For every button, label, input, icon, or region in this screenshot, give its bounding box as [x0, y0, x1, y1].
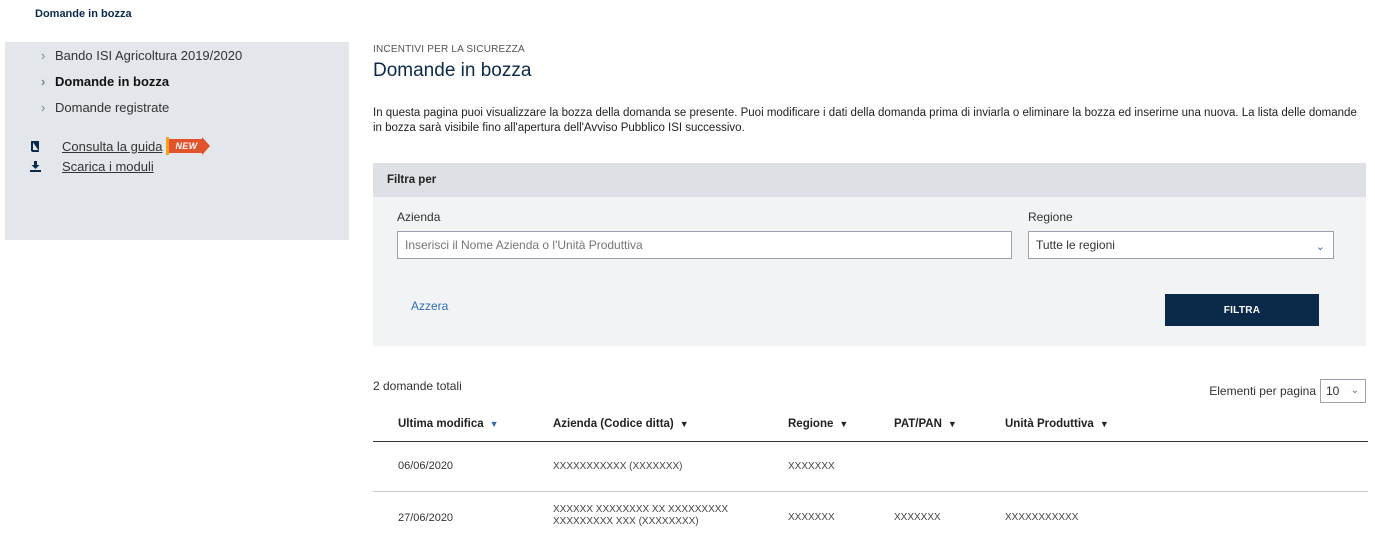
- column-header-regione[interactable]: Regione ▼: [788, 418, 848, 430]
- sidebar-item-domande-bozza[interactable]: › Domande in bozza: [41, 68, 242, 94]
- sidebar-item-label: Domande in bozza: [55, 73, 170, 89]
- badge-arrow: [202, 137, 211, 155]
- column-header-label: Azienda (Codice ditta): [553, 418, 674, 430]
- downloads-link-row: Scarica i moduli: [30, 156, 210, 176]
- section-label: INCENTIVI PER LA SICUREZZA: [373, 44, 525, 55]
- new-badge-label: NEW: [169, 139, 203, 153]
- sidebar-item-label: Bando ISI Agricoltura 2019/2020: [55, 47, 243, 63]
- cell-pat: XXXXXXX: [894, 512, 941, 523]
- cell-company-line: XXXXXXXXX XXX (XXXXXXXX): [553, 516, 699, 527]
- book-icon: [30, 140, 62, 152]
- chevron-down-icon: ⌄: [1350, 385, 1359, 396]
- downloads-link[interactable]: Scarica i moduli: [62, 159, 154, 174]
- column-header-label: Ultima modifica: [398, 418, 484, 430]
- per-page-control: Elementi per pagina 10 ⌄: [1209, 379, 1366, 403]
- filter-panel: Filtra per Azienda Regione Tutte le regi…: [373, 163, 1366, 346]
- intro-text: In questa pagina puoi visualizzare la bo…: [373, 107, 1357, 134]
- guide-link[interactable]: Consulta la guida: [62, 139, 162, 154]
- region-select[interactable]: Tutte le regioni ⌄: [1028, 231, 1334, 259]
- chevron-right-icon: ›: [41, 47, 46, 63]
- cell-region: XXXXXXX: [788, 512, 835, 523]
- region-select-value: Tutte le regioni: [1036, 238, 1115, 252]
- column-header-unita-produttiva[interactable]: Unità Produttiva ▼: [1005, 418, 1109, 430]
- caret-down-icon: ▼: [489, 419, 499, 429]
- cell-date: 06/06/2020: [398, 460, 454, 472]
- caret-down-icon: ▼: [679, 419, 689, 429]
- company-search-input[interactable]: [397, 231, 1012, 259]
- sidebar-item-domande-registrate[interactable]: › Domande registrate: [41, 94, 242, 120]
- results-count: 2 domande totali: [373, 379, 462, 393]
- cell-company-line: XXXXXXXXXXX (XXXXXXX): [553, 461, 683, 472]
- column-header-label: Unità Produttiva: [1005, 418, 1094, 430]
- sidebar-item-bando[interactable]: › Bando ISI Agricoltura 2019/2020: [41, 42, 242, 68]
- chevron-down-icon: ⌄: [1315, 241, 1325, 253]
- cell-unit: XXXXXXXXXXX: [1005, 512, 1079, 523]
- region-label: Regione: [1028, 210, 1073, 224]
- caret-down-icon: ▼: [1099, 419, 1109, 429]
- sidebar-nav: › Bando ISI Agricoltura 2019/2020 › Doma…: [41, 42, 242, 120]
- column-header-ultima-modifica[interactable]: Ultima modifica ▼: [398, 418, 499, 430]
- cell-region: XXXXXXX: [788, 461, 835, 472]
- table-row[interactable]: 27/06/2020 XXXXXX XXXXXXXX XX XXXXXXXXX …: [373, 492, 1368, 538]
- drafts-table: Ultima modifica ▼ Azienda (Codice ditta)…: [373, 408, 1368, 538]
- download-icon: [30, 160, 62, 172]
- cell-company: XXXXXX XXXXXXXX XX XXXXXXXXX XXXXXXXXX X…: [553, 504, 728, 528]
- caret-down-icon: ▼: [947, 419, 957, 429]
- cell-company-line: XXXXXX XXXXXXXX XX XXXXXXXXX: [553, 504, 729, 515]
- chevron-right-icon: ›: [41, 73, 46, 89]
- caret-down-icon: ▼: [839, 419, 849, 429]
- page-title: Domande in bozza: [373, 60, 532, 81]
- filter-heading: Filtra per: [373, 163, 1366, 197]
- table-header: Ultima modifica ▼ Azienda (Codice ditta)…: [373, 408, 1368, 442]
- table-row[interactable]: 06/06/2020 XXXXXXXXXXX (XXXXXXX) XXXXXXX: [373, 442, 1368, 492]
- column-header-azienda[interactable]: Azienda (Codice ditta) ▼: [553, 418, 689, 430]
- sidebar-links: Consulta la guida NEW Scarica i moduli: [30, 136, 211, 176]
- filter-button[interactable]: FILTRA: [1165, 294, 1319, 326]
- per-page-select[interactable]: 10 ⌄: [1320, 379, 1366, 403]
- column-header-label: Regione: [788, 418, 834, 430]
- new-badge: NEW: [166, 137, 211, 155]
- company-label: Azienda: [397, 210, 441, 224]
- cell-date: 27/06/2020: [398, 512, 454, 524]
- column-header-pat-pan[interactable]: PAT/PAN ▼: [894, 418, 957, 430]
- breadcrumb[interactable]: Domande in bozza: [35, 8, 132, 20]
- sidebar-item-label: Domande registrate: [55, 99, 170, 115]
- column-header-label: PAT/PAN: [894, 418, 942, 430]
- cell-company: XXXXXXXXXXX (XXXXXXX): [553, 461, 683, 473]
- per-page-label: Elementi per pagina: [1209, 384, 1316, 398]
- guide-link-row: Consulta la guida NEW: [30, 136, 211, 156]
- per-page-value: 10: [1326, 384, 1340, 398]
- chevron-right-icon: ›: [41, 99, 46, 115]
- reset-link[interactable]: Azzera: [411, 299, 448, 313]
